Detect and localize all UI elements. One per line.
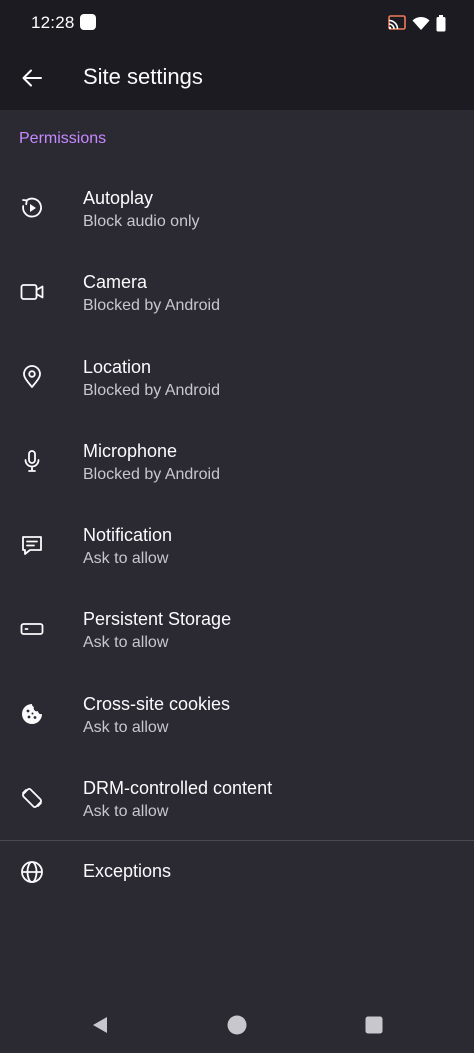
page-title: Site settings xyxy=(83,64,203,89)
permissions-list: Autoplay Block audio only Camera Blocked… xyxy=(0,166,474,840)
notification-square-icon xyxy=(80,14,96,30)
permission-status: Blocked by Android xyxy=(83,465,220,483)
permission-title: DRM-controlled content xyxy=(83,778,273,799)
permission-title: Notification xyxy=(83,525,173,546)
screen: 12:28 Site settings Permissions Autoplay… xyxy=(0,0,474,1053)
permission-status: Ask to allow xyxy=(83,550,169,568)
storage-icon xyxy=(20,617,44,641)
permission-status: Blocked by Android xyxy=(83,381,220,399)
permission-title: Location xyxy=(83,356,152,377)
system-navigation-bar xyxy=(0,993,474,1053)
permission-item-autoplay[interactable]: Autoplay Block audio only xyxy=(0,166,474,250)
permission-item-camera[interactable]: Camera Blocked by Android xyxy=(0,250,474,334)
autoplay-icon xyxy=(20,196,44,220)
nav-back-button[interactable] xyxy=(88,1013,112,1037)
permission-status: Ask to allow xyxy=(83,718,169,736)
section-header-permissions: Permissions xyxy=(19,130,107,147)
wifi-icon xyxy=(412,16,430,30)
permission-item-persistent-storage[interactable]: Persistent Storage Ask to allow xyxy=(0,587,474,671)
arrow-left-icon xyxy=(22,69,42,87)
microphone-icon xyxy=(20,449,44,473)
permission-status: Ask to allow xyxy=(83,803,169,821)
status-icons xyxy=(388,13,446,33)
permission-title: Cross-site cookies xyxy=(83,693,231,714)
battery-icon xyxy=(436,14,446,31)
cast-icon xyxy=(388,15,406,30)
notification-icon xyxy=(20,533,44,557)
permission-item-location[interactable]: Location Blocked by Android xyxy=(0,335,474,419)
square-recents-icon xyxy=(365,1016,383,1034)
permission-status: Ask to allow xyxy=(83,634,169,652)
permission-status: Blocked by Android xyxy=(83,297,220,315)
permission-item-notification[interactable]: Notification Ask to allow xyxy=(0,503,474,587)
permission-title: Camera xyxy=(83,272,148,293)
globe-icon xyxy=(20,860,44,884)
status-bar: 12:28 xyxy=(0,0,474,46)
permission-status: Block audio only xyxy=(83,213,200,230)
permission-title: Persistent Storage xyxy=(83,609,232,630)
nav-home-button[interactable] xyxy=(225,1013,249,1037)
nav-recents-button[interactable] xyxy=(362,1013,386,1037)
permission-item-cross-site-cookies[interactable]: Cross-site cookies Ask to allow xyxy=(0,672,474,756)
exceptions-item[interactable]: Exceptions xyxy=(0,841,474,903)
app-bar: Site settings xyxy=(0,46,474,110)
permission-title: Microphone xyxy=(83,440,178,461)
permission-title: Autoplay xyxy=(83,188,154,208)
exceptions-label: Exceptions xyxy=(83,861,172,881)
permission-item-microphone[interactable]: Microphone Blocked by Android xyxy=(0,419,474,503)
permission-item-drm-content[interactable]: DRM-controlled content Ask to allow xyxy=(0,756,474,840)
circle-home-icon xyxy=(227,1015,247,1035)
camera-icon xyxy=(20,280,44,304)
cookie-icon xyxy=(20,702,44,726)
location-pin-icon xyxy=(20,364,44,389)
triangle-back-icon xyxy=(93,1017,107,1033)
back-button[interactable] xyxy=(12,58,52,98)
status-time: 12:28 xyxy=(31,13,75,32)
drm-icon xyxy=(20,786,44,810)
